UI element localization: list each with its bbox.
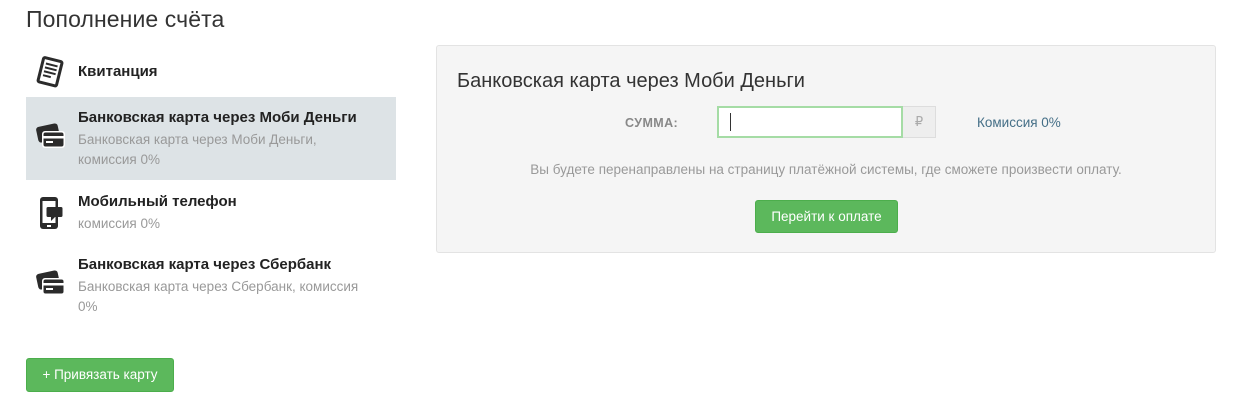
redirect-note: Вы будете перенаправлены на страницу пла… — [530, 162, 1122, 177]
panel-title: Банковская карта через Моби Деньги — [457, 70, 805, 92]
mobile-phone-icon — [36, 196, 66, 230]
payment-method-description: Банковская карта через Сбербанк, комисси… — [78, 279, 359, 314]
page-title: Пополнение счёта — [26, 6, 225, 32]
text-caret — [730, 113, 731, 131]
bind-card-button[interactable]: + Привязать карту — [26, 358, 174, 392]
payment-panel: Банковская карта через Моби Деньги СУММА… — [436, 45, 1216, 253]
payment-method-list: Квитанция Банковская карта через Моби Де… — [26, 42, 396, 323]
payment-method-title: Квитанция — [78, 63, 158, 80]
commission-text: Комиссия 0% — [977, 115, 1061, 130]
credit-card-icon — [36, 266, 66, 300]
sum-input[interactable] — [717, 106, 903, 138]
payment-method-sberbank[interactable]: Банковская карта через Сбербанк Банковск… — [26, 243, 396, 323]
credit-card-icon — [36, 119, 66, 153]
payment-method-title: Мобильный телефон — [78, 193, 237, 210]
payment-method-receipt[interactable]: Квитанция — [26, 42, 396, 97]
receipt-icon — [36, 55, 66, 89]
payment-method-description: комиссия 0% — [78, 216, 161, 231]
currency-addon: ₽ — [903, 106, 936, 138]
payment-method-title: Банковская карта через Сбербанк — [78, 256, 332, 273]
payment-method-description: Банковская карта через Моби Деньги, коми… — [78, 132, 317, 167]
sum-label: СУММА: — [625, 116, 679, 130]
payment-method-mobi-dengi[interactable]: Банковская карта через Моби Деньги Банко… — [26, 97, 396, 180]
payment-method-title: Банковская карта через Моби Деньги — [78, 109, 357, 126]
payment-method-mobile-phone[interactable]: Мобильный телефон комиссия 0% — [26, 180, 396, 243]
proceed-to-payment-button[interactable]: Перейти к оплате — [755, 200, 898, 233]
